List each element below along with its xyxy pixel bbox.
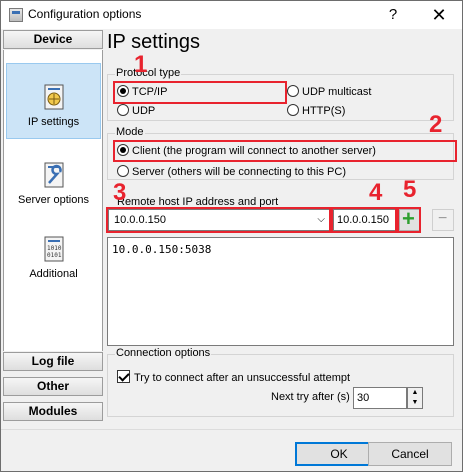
radio-udp-multicast[interactable]: UDP multicast xyxy=(287,85,371,98)
title-bar: Configuration options ? ✕ xyxy=(1,1,462,29)
next-try-spinner[interactable]: ▲ ▼ xyxy=(407,387,423,409)
wrench-document-icon xyxy=(42,162,66,190)
sidebar-section-log-file[interactable]: Log file xyxy=(3,352,103,371)
sidebar-item-label: IP settings xyxy=(27,116,80,128)
minus-icon: − xyxy=(438,210,448,227)
checkbox-label: Try to connect after an unsuccessful att… xyxy=(134,372,351,384)
sidebar-item-label: Additional xyxy=(29,268,78,280)
sidebar-item-server-options[interactable]: Server options xyxy=(6,146,101,216)
radio-label: UDP xyxy=(132,105,156,117)
annotation-box-3 xyxy=(106,207,331,233)
sidebar-item-ip-settings[interactable]: IP settings xyxy=(6,63,101,139)
sidebar-section-modules[interactable]: Modules xyxy=(3,402,103,421)
sidebar-item-additional[interactable]: 1010 0101 Additional xyxy=(6,222,101,292)
next-try-input[interactable]: 30 xyxy=(353,387,407,409)
remove-host-button[interactable]: − xyxy=(432,209,454,231)
annotation-number-4: 4 xyxy=(369,179,383,206)
radio-label: Server (others will be connecting to thi… xyxy=(132,166,346,178)
radio-label: UDP multicast xyxy=(302,86,372,98)
page-title: IP settings xyxy=(107,31,201,53)
mode-title: Mode xyxy=(115,126,145,138)
next-try-label: Next try after (s) xyxy=(271,391,350,403)
sidebar: Device IP settings Server options 1010 0… xyxy=(3,30,103,428)
sidebar-item-list: IP settings Server options 1010 0101 Add… xyxy=(3,50,103,351)
radio-indicator xyxy=(287,85,299,97)
host-list[interactable]: 10.0.0.150:5038 xyxy=(107,237,454,346)
svg-text:0101: 0101 xyxy=(47,252,62,259)
sidebar-item-label: Server options xyxy=(18,194,89,206)
radio-server-mode[interactable]: Server (others will be connecting to thi… xyxy=(117,165,346,178)
configuration-window: Configuration options ? ✕ Device IP sett… xyxy=(0,0,463,472)
radio-http[interactable]: HTTP(S) xyxy=(287,104,345,117)
list-item[interactable]: 10.0.0.150:5038 xyxy=(112,243,449,256)
svg-text:1010: 1010 xyxy=(47,245,62,252)
help-button[interactable]: ? xyxy=(370,1,416,29)
radio-indicator xyxy=(117,104,129,116)
radio-label: HTTP(S) xyxy=(302,105,346,117)
app-icon xyxy=(9,8,23,22)
annotation-number-3: 3 xyxy=(113,179,127,206)
sidebar-section-device[interactable]: Device xyxy=(3,30,103,49)
radio-udp[interactable]: UDP xyxy=(117,104,155,117)
footer-divider xyxy=(1,429,462,430)
spin-up-icon[interactable]: ▲ xyxy=(408,388,422,398)
cancel-button[interactable]: Cancel xyxy=(368,442,452,466)
radio-indicator xyxy=(117,165,129,177)
checkbox-indicator xyxy=(117,370,130,383)
annotation-box-1 xyxy=(113,81,287,104)
radio-indicator xyxy=(287,104,299,116)
annotation-box-4 xyxy=(331,207,397,233)
protocol-type-title: Protocol type xyxy=(115,67,182,79)
spin-down-icon[interactable]: ▼ xyxy=(408,398,422,408)
network-config-icon xyxy=(42,84,66,112)
connection-options-title: Connection options xyxy=(115,347,212,359)
annotation-number-2: 2 xyxy=(429,111,443,138)
retry-checkbox[interactable]: Try to connect after an unsuccessful att… xyxy=(117,370,350,384)
annotation-box-5 xyxy=(397,207,421,233)
window-title: Configuration options xyxy=(28,7,142,21)
annotation-number-5: 5 xyxy=(403,176,417,203)
annotation-box-2 xyxy=(113,140,457,162)
close-button[interactable]: ✕ xyxy=(416,1,462,29)
binary-document-icon: 1010 0101 xyxy=(42,236,66,264)
annotation-number-1: 1 xyxy=(134,51,148,78)
sidebar-section-other[interactable]: Other xyxy=(3,377,103,396)
